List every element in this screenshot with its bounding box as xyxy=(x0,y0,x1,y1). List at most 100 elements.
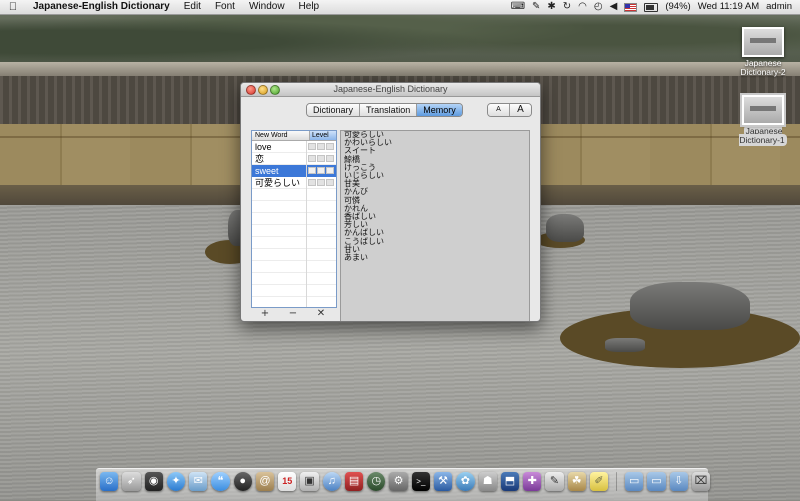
level-cell[interactable] xyxy=(306,177,336,189)
level-box xyxy=(317,143,325,150)
keyboard-icon[interactable]: ⌨ xyxy=(511,0,525,14)
menubar-user[interactable]: admin xyxy=(766,0,792,14)
level-box xyxy=(308,179,316,186)
level-cell[interactable] xyxy=(306,141,336,153)
rocket-icon[interactable]: ➶ xyxy=(122,472,141,491)
background-roof xyxy=(0,62,800,76)
stickies-icon[interactable]: ✐ xyxy=(589,472,609,491)
column-header-level-label: Level xyxy=(312,132,329,139)
menubar:  Japanese-English Dictionary Edit Font … xyxy=(0,0,800,15)
level-box xyxy=(326,143,334,150)
app2-icon[interactable]: ⬒ xyxy=(500,472,520,491)
memory-word-table: New Word Level ▲ love 恋 sweet 可愛らしい xyxy=(251,130,337,308)
document-thumbnail-icon xyxy=(742,27,784,57)
level-box xyxy=(326,179,334,186)
add-word-button[interactable]: + xyxy=(251,308,279,320)
menu-edit[interactable]: Edit xyxy=(177,0,208,14)
word-cell: love xyxy=(255,142,272,152)
downloads-icon[interactable]: ⇩ xyxy=(669,472,688,491)
app4-icon[interactable]: ☘ xyxy=(567,472,586,491)
desktop-icon-dictionary-2[interactable]: Japanese Dictionary-2 xyxy=(731,27,795,77)
desktop-icon-dictionary-1[interactable]: Japanese Dictionary-1 xyxy=(731,93,795,146)
app3-icon[interactable]: ✚ xyxy=(523,472,542,491)
window-titlebar[interactable]: Japanese-English Dictionary xyxy=(241,83,540,97)
result-line: 可憐 xyxy=(344,195,360,205)
level-cell[interactable] xyxy=(306,165,336,177)
table-row[interactable]: love xyxy=(252,141,336,153)
itunes-icon[interactable]: ♫ xyxy=(322,472,341,491)
level-box xyxy=(308,155,316,162)
wifi-icon[interactable]: ◠ xyxy=(578,0,587,14)
volume-icon[interactable]: ◀ xyxy=(610,0,618,14)
menubar-status-area: ⌨ ✎ ✱ ↻ ◠ ◴ ◀ (94%) Wed 11:19 AM admin xyxy=(511,0,800,14)
bluetooth-icon[interactable]: ✱ xyxy=(547,0,555,14)
level-box xyxy=(326,155,334,162)
xcode-icon[interactable]: ⚒ xyxy=(433,472,453,491)
app1-icon[interactable]: ☗ xyxy=(478,472,497,491)
font-smaller-button[interactable]: A xyxy=(488,104,510,116)
terminal-icon[interactable]: >_ xyxy=(411,472,430,491)
safari-icon[interactable]: ✦ xyxy=(166,472,186,491)
calendar-icon[interactable]: 15 xyxy=(278,472,297,491)
table-header: New Word Level ▲ xyxy=(252,131,336,148)
script-menu-icon[interactable]: ✎ xyxy=(532,0,540,14)
trash-icon[interactable]: ⌧ xyxy=(691,472,711,491)
battery-icon[interactable] xyxy=(644,2,659,12)
mode-segmented-control: Dictionary Translation Memory xyxy=(306,103,463,117)
menu-font[interactable]: Font xyxy=(208,0,242,14)
addressbook-icon[interactable]: @ xyxy=(255,472,275,491)
font-larger-button[interactable]: A xyxy=(510,104,531,116)
word-cell: 可愛らしい xyxy=(255,178,301,188)
menubar-clock[interactable]: Wed 11:19 AM xyxy=(698,0,759,14)
background-rock xyxy=(546,214,584,242)
sync-icon[interactable]: ↻ xyxy=(563,0,571,14)
dashboard-icon[interactable]: ◉ xyxy=(144,472,163,491)
ichat-icon[interactable]: ❝ xyxy=(211,472,230,491)
menu-app[interactable]: Japanese-English Dictionary xyxy=(26,0,177,14)
clear-words-button[interactable]: ✕ xyxy=(307,308,335,320)
input-source-flag-icon[interactable] xyxy=(624,2,638,12)
folder-icon[interactable]: ▭ xyxy=(625,472,644,491)
table-row[interactable]: 恋 xyxy=(252,153,336,165)
result-line: 香ばしい xyxy=(344,212,376,222)
level-cell[interactable] xyxy=(306,153,336,165)
photobooth-icon[interactable]: ▤ xyxy=(344,472,364,491)
preview-icon[interactable]: ▣ xyxy=(300,472,319,491)
level-box xyxy=(317,155,325,162)
result-text-view[interactable]: 可愛らしい かわいらしい スイート 鯨橋 けっこう いじらしい 甘美 かんび 可… xyxy=(340,130,530,321)
apple-menu-icon[interactable]:  xyxy=(0,0,26,14)
window-title: Japanese-English Dictionary xyxy=(333,84,448,94)
systemprefs-icon[interactable]: ⚙ xyxy=(389,472,408,491)
tab-dictionary[interactable]: Dictionary xyxy=(307,104,361,116)
table-row-selected[interactable]: sweet xyxy=(252,165,336,177)
battery-percent[interactable]: (94%) xyxy=(665,0,690,14)
word-cell: 恋 xyxy=(255,154,265,164)
menu-help[interactable]: Help xyxy=(292,0,327,14)
table-row[interactable]: 可愛らしい xyxy=(252,177,336,189)
mail-icon[interactable]: ✉ xyxy=(189,472,208,491)
column-header-level[interactable]: Level ▲ xyxy=(310,131,336,148)
iphoto-icon[interactable]: ✿ xyxy=(456,472,475,491)
finder-icon[interactable]: ☺ xyxy=(100,472,119,491)
document-thumbnail-icon xyxy=(740,93,786,127)
camera-icon[interactable]: ● xyxy=(233,472,252,491)
tab-memory[interactable]: Memory xyxy=(417,104,462,116)
clock-menu-icon[interactable]: ◴ xyxy=(594,0,603,14)
font-size-control: A A xyxy=(487,103,532,117)
desktop-icon-label: Japanese Dictionary-1 xyxy=(739,125,787,146)
menu-window[interactable]: Window xyxy=(242,0,292,14)
background-rock xyxy=(630,282,750,330)
level-box xyxy=(326,167,334,174)
remove-word-button[interactable]: − xyxy=(279,308,307,320)
table-footer-buttons: + − ✕ xyxy=(251,308,335,320)
dock-items: ☺ ➶ ◉ ✦ ✉ ❝ ● @ 15 ▣ ♫ ▤ ◷ ⚙ >_ ⚒ ✿ ☗ ⬒ … xyxy=(100,472,711,496)
table-body[interactable]: love 恋 sweet 可愛らしい xyxy=(252,141,336,307)
result-line: スイート xyxy=(344,146,376,156)
dock-separator xyxy=(616,472,618,491)
level-box xyxy=(308,167,316,174)
script-icon[interactable]: ✎ xyxy=(545,472,564,491)
column-header-new-word[interactable]: New Word xyxy=(252,131,310,140)
tab-translation[interactable]: Translation xyxy=(360,104,418,116)
timemachine-icon[interactable]: ◷ xyxy=(367,472,386,491)
folder2-icon[interactable]: ▭ xyxy=(647,472,666,491)
